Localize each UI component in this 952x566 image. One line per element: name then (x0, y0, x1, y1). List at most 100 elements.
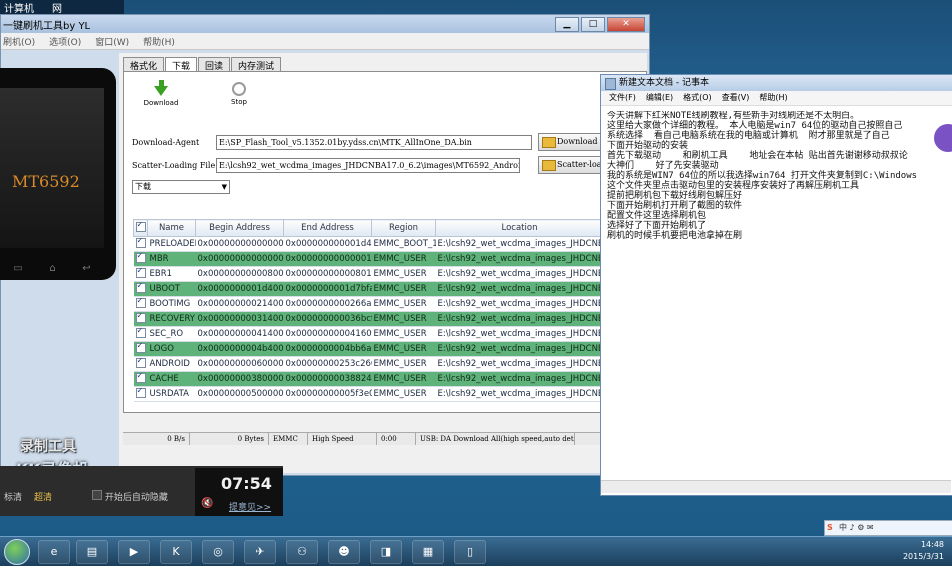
table-row[interactable]: EBR10x00000000000800000x00000000000801ff… (133, 266, 604, 282)
header-region[interactable]: Region (371, 219, 436, 237)
flash-tool-titlebar[interactable]: 一键刷机工具by YL ▁ □ ✕ (1, 15, 649, 33)
notepad-text-area[interactable]: 今天讲解下红米NOTE线刷教程,有些新手对线刷还是不太明白。 这里给大家做个详细… (607, 111, 947, 471)
notepad-menu-help[interactable]: 帮助(H) (759, 91, 787, 105)
row-checkbox[interactable] (135, 297, 146, 308)
scatter-path[interactable]: E:\lcsh92_wet_wcdma_images_JHDCNBA17.0_6… (216, 158, 520, 173)
row-checkbox[interactable] (135, 282, 146, 293)
kk-recorder-icon[interactable]: K (160, 540, 192, 564)
minimize-button[interactable]: ▁ (555, 17, 579, 32)
row-checkbox-cell[interactable] (133, 296, 148, 312)
cell-end: 0x000000000036bcfff (283, 311, 372, 327)
menu-item-help[interactable]: 帮助(H) (143, 35, 175, 48)
row-checkbox-cell[interactable] (133, 281, 148, 297)
feedback-link[interactable]: 提意见>> (229, 500, 271, 513)
row-checkbox-cell[interactable] (133, 251, 148, 267)
maximize-button[interactable]: □ (581, 17, 605, 32)
cell-end: 0x00000000004160fff (283, 326, 372, 342)
row-checkbox[interactable] (135, 327, 146, 338)
row-checkbox-cell[interactable] (133, 371, 148, 387)
row-checkbox[interactable] (135, 387, 146, 398)
quality-sd-option[interactable]: 标清 (4, 490, 22, 503)
cell-region: EMMC_BOOT_1 (371, 236, 436, 252)
network-app-icon[interactable]: ⚇ (286, 540, 318, 564)
table-row[interactable]: MBR0x00000000000000000x00000000000001ffE… (133, 251, 604, 267)
menu-computer[interactable]: 计算机 (4, 0, 34, 15)
flash-tool-task-icon[interactable]: ◨ (370, 540, 402, 564)
back-key-icon: ↩ (82, 263, 91, 274)
header-check[interactable] (133, 219, 148, 237)
notepad-menu-view[interactable]: 查看(V) (722, 91, 750, 105)
row-checkbox-cell[interactable] (133, 341, 148, 357)
table-row[interactable]: LOGO0x0000000004b400000x0000000004bb6a91… (133, 341, 604, 357)
speaker-icon[interactable]: 🔇 (201, 498, 213, 509)
ie-icon[interactable]: e (38, 540, 70, 564)
cell-region: EMMC_USER (371, 326, 436, 342)
recorder-timer-panel: 🔇 07:54 提意见>> (195, 468, 283, 516)
header-begin[interactable]: Begin Address (195, 219, 284, 237)
select-all-checkbox[interactable] (135, 220, 146, 232)
start-button[interactable] (4, 539, 30, 565)
menu-item-options[interactable]: 选项(O) (49, 35, 81, 48)
cell-region: EMMC_USER (371, 311, 436, 327)
table-row[interactable]: USRDATA0x00000000500000000x00000000005f3… (133, 386, 604, 402)
notepad-horizontal-scrollbar[interactable] (601, 480, 951, 493)
download-button-label: Download (143, 99, 179, 107)
phone-tool-task-icon[interactable]: ▯ (454, 540, 486, 564)
row-checkbox-cell[interactable] (133, 386, 148, 402)
row-checkbox[interactable] (135, 372, 146, 383)
download-agent-path[interactable]: E:\SP_Flash_Tool_v5.1352.01by.ydss.cn\MT… (216, 135, 532, 150)
cell-begin: 0x0000000050000000 (195, 386, 284, 402)
browser-icon[interactable]: ◎ (202, 540, 234, 564)
cell-name: UBOOT (147, 281, 196, 297)
table-row[interactable]: PRELOADER0x00000000000000000x00000000000… (133, 236, 604, 252)
auto-hide-checkbox[interactable]: 开始后自动隐藏 (92, 490, 168, 503)
notepad-menu-format[interactable]: 格式(O) (683, 91, 712, 105)
media-player-icon[interactable]: ▶ (118, 540, 150, 564)
row-checkbox-cell[interactable] (133, 266, 148, 282)
row-checkbox[interactable] (135, 342, 146, 353)
row-checkbox-cell[interactable] (133, 356, 148, 372)
table-row[interactable]: BOOTIMG0x00000000021400000x0000000000266… (133, 296, 604, 312)
status-speed: 0 B/s (123, 433, 190, 445)
notepad-titlebar[interactable]: 新建文本文档 - 记事本 (601, 75, 952, 91)
row-checkbox[interactable] (135, 252, 146, 263)
cell-name: LOGO (147, 341, 196, 357)
notepad-menu-file[interactable]: 文件(F) (609, 91, 636, 105)
thunder-icon[interactable]: ✈ (244, 540, 276, 564)
table-row[interactable]: SEC_RO0x00000000041400000x00000000004160… (133, 326, 604, 342)
row-checkbox-cell[interactable] (133, 311, 148, 327)
row-checkbox[interactable] (135, 357, 146, 368)
table-row[interactable]: RECOVERY0x00000000031400000x000000000036… (133, 311, 604, 327)
mode-select[interactable]: 下载 ▼ (132, 180, 230, 194)
stop-button[interactable]: Stop (216, 80, 262, 106)
chevron-down-icon: ▼ (221, 183, 227, 191)
close-button[interactable]: ✕ (607, 17, 645, 32)
folder-icon[interactable]: ▤ (76, 540, 108, 564)
menu-item-flash[interactable]: 刷机(O) (3, 35, 35, 48)
row-checkbox-cell[interactable] (133, 326, 148, 342)
table-header-row: Name Begin Address End Address Region Lo… (133, 219, 604, 237)
download-button[interactable]: Download (138, 80, 184, 107)
cell-end: 0x0000000001d7bfa3 (283, 281, 372, 297)
header-location[interactable]: Location (435, 219, 604, 237)
game-app-icon[interactable]: ☻ (328, 540, 360, 564)
row-checkbox-cell[interactable] (133, 236, 148, 252)
row-checkbox[interactable] (135, 312, 146, 323)
row-checkbox[interactable] (135, 237, 146, 248)
header-end[interactable]: End Address (283, 219, 372, 237)
notepad-task-icon[interactable]: ▦ (412, 540, 444, 564)
table-row[interactable]: UBOOT0x0000000001d400000x0000000001d7bfa… (133, 281, 604, 297)
header-name[interactable]: Name (147, 219, 196, 237)
tray-date[interactable]: 2015/3/31 (903, 551, 944, 563)
cell-region: EMMC_USER (371, 341, 436, 357)
table-row[interactable]: ANDROID0x00000000060000000x00000000253c2… (133, 356, 604, 372)
table-row[interactable]: CACHE0x00000000380000000x000000000388240… (133, 371, 604, 387)
menu-network[interactable]: 网 (52, 0, 62, 15)
quality-hd-option[interactable]: 超清 (34, 490, 52, 503)
tray-time[interactable]: 14:48 (903, 539, 944, 551)
stop-button-label: Stop (231, 98, 247, 106)
notepad-menu-edit[interactable]: 编辑(E) (646, 91, 673, 105)
ime-toolbar[interactable]: 中 ♪ ⚙ ✉ (824, 520, 952, 536)
row-checkbox[interactable] (135, 267, 146, 278)
menu-item-window[interactable]: 窗口(W) (95, 35, 129, 48)
